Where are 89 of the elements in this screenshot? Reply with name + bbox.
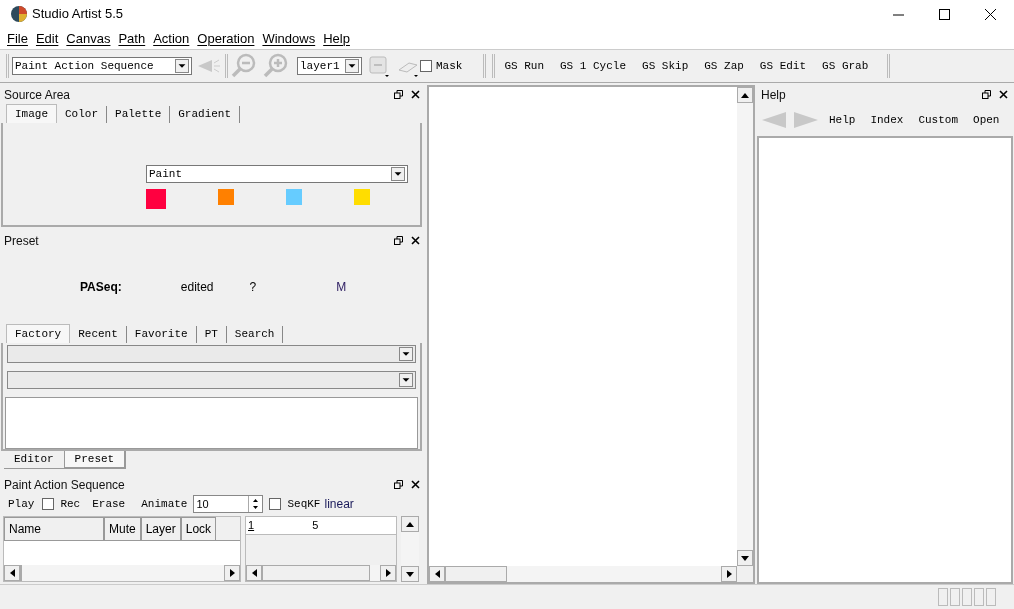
preset-label: PASeq: bbox=[80, 279, 122, 296]
tab[interactable]: Palette bbox=[107, 106, 171, 123]
rec-label: Rec bbox=[60, 496, 81, 512]
tab[interactable]: Editor bbox=[4, 451, 64, 469]
color-swatch[interactable] bbox=[354, 189, 370, 205]
play-label[interactable]: Play bbox=[8, 495, 35, 513]
menu-item[interactable]: File bbox=[3, 28, 32, 49]
panel-title: Paint Action Sequence bbox=[4, 476, 125, 494]
down-arrow-icon[interactable] bbox=[741, 555, 749, 561]
help-nav-button[interactable]: Custom bbox=[918, 111, 959, 129]
column-header[interactable]: Mute bbox=[104, 517, 141, 541]
menu-item[interactable]: Edit bbox=[31, 28, 63, 49]
toolbar-button[interactable]: GS Edit bbox=[753, 57, 813, 75]
restore-icon[interactable] bbox=[394, 236, 403, 245]
menu-item[interactable]: Canvas bbox=[62, 28, 115, 49]
tab[interactable]: Search bbox=[226, 326, 284, 343]
restore-icon[interactable] bbox=[982, 90, 991, 99]
preset-flag-text: M bbox=[336, 279, 347, 296]
vertical-scrollbar[interactable] bbox=[737, 87, 753, 566]
panel-title: Source Area bbox=[4, 86, 71, 104]
left-arrow-icon[interactable] bbox=[9, 569, 15, 577]
left-arrow-icon[interactable] bbox=[251, 569, 257, 577]
checkbox[interactable] bbox=[42, 498, 55, 510]
window-title: Studio Artist 5.5 bbox=[32, 5, 124, 24]
panel-title: Preset bbox=[4, 232, 39, 250]
color-swatch[interactable] bbox=[286, 189, 302, 205]
app-logo-icon bbox=[10, 5, 28, 23]
down-arrow-icon[interactable] bbox=[406, 571, 414, 577]
horizontal-scrollbar[interactable] bbox=[429, 566, 737, 582]
toolbar-button[interactable]: GS Zap bbox=[698, 57, 750, 75]
checkbox[interactable] bbox=[420, 60, 432, 72]
close-icon[interactable] bbox=[411, 90, 420, 99]
timeline-tick: 1 bbox=[248, 518, 255, 534]
up-arrow-icon[interactable] bbox=[741, 92, 749, 98]
maximize-icon[interactable] bbox=[939, 8, 950, 20]
mode-dropdown[interactable]: Paint Action Sequence bbox=[12, 57, 192, 75]
timeline-tick: 5 bbox=[312, 518, 319, 534]
interpolation-label[interactable]: linear bbox=[324, 495, 354, 513]
paint-dropdown[interactable]: Paint bbox=[146, 165, 408, 183]
close-icon[interactable] bbox=[411, 480, 420, 489]
menu-item[interactable]: Windows bbox=[258, 28, 320, 49]
preset-question: ? bbox=[249, 279, 257, 296]
toolbar-button[interactable]: GS Run bbox=[498, 57, 550, 75]
menu-item[interactable]: Help bbox=[319, 28, 354, 49]
right-arrow-icon[interactable] bbox=[385, 569, 391, 577]
menu-item[interactable]: Operation bbox=[193, 28, 259, 49]
help-nav-button[interactable]: Help bbox=[829, 111, 856, 129]
animate-spinner[interactable]: 10 bbox=[193, 495, 264, 513]
menu-item[interactable]: Action bbox=[149, 28, 194, 49]
column-header[interactable]: Name bbox=[4, 517, 104, 541]
tab[interactable]: Preset bbox=[63, 451, 127, 469]
horizontal-scrollbar[interactable] bbox=[246, 565, 396, 581]
help-nav-button[interactable]: Index bbox=[870, 111, 904, 129]
horizontal-scrollbar[interactable] bbox=[4, 565, 240, 581]
tab[interactable]: Gradient bbox=[170, 106, 241, 123]
close-icon[interactable] bbox=[985, 8, 996, 20]
color-swatch[interactable] bbox=[218, 189, 234, 205]
menu-item[interactable]: Path bbox=[114, 28, 150, 49]
toolbar-button[interactable]: GS Skip bbox=[636, 57, 695, 75]
help-nav-button[interactable]: Open bbox=[973, 111, 1000, 129]
left-arrow-icon[interactable] bbox=[434, 570, 440, 578]
erase-label[interactable]: Erase bbox=[92, 495, 126, 513]
tab[interactable]: Image bbox=[6, 104, 57, 123]
tab[interactable]: Favorite bbox=[126, 326, 197, 343]
tab[interactable]: PT bbox=[196, 326, 227, 343]
color-swatch[interactable] bbox=[146, 189, 166, 209]
seqkf-label: SeqKF bbox=[287, 496, 321, 512]
close-icon[interactable] bbox=[999, 90, 1008, 99]
column-header[interactable]: Lock bbox=[180, 517, 217, 541]
column-header[interactable]: Layer bbox=[140, 517, 181, 541]
toolbar-button[interactable]: GS 1 Cycle bbox=[554, 57, 633, 75]
restore-icon[interactable] bbox=[394, 480, 403, 489]
tab[interactable]: Recent bbox=[70, 326, 127, 343]
tab[interactable]: Color bbox=[57, 106, 108, 123]
animate-label: Animate bbox=[141, 496, 188, 512]
vertical-scrollbar[interactable] bbox=[401, 516, 419, 582]
preset-status: edited bbox=[180, 279, 214, 296]
checkbox-label: Mask bbox=[436, 58, 463, 74]
up-arrow-icon[interactable] bbox=[406, 521, 414, 527]
right-arrow-icon[interactable] bbox=[726, 570, 732, 578]
close-icon[interactable] bbox=[411, 236, 420, 245]
panel-title: Help bbox=[761, 86, 786, 104]
toolbar-button[interactable]: GS Grab bbox=[816, 57, 875, 75]
preset-list[interactable] bbox=[5, 397, 418, 449]
layer-dropdown[interactable]: layer1 bbox=[297, 57, 362, 75]
right-arrow-icon[interactable] bbox=[229, 569, 235, 577]
checkbox[interactable] bbox=[269, 498, 282, 510]
restore-icon[interactable] bbox=[394, 90, 403, 99]
tab[interactable]: Factory bbox=[6, 324, 71, 343]
